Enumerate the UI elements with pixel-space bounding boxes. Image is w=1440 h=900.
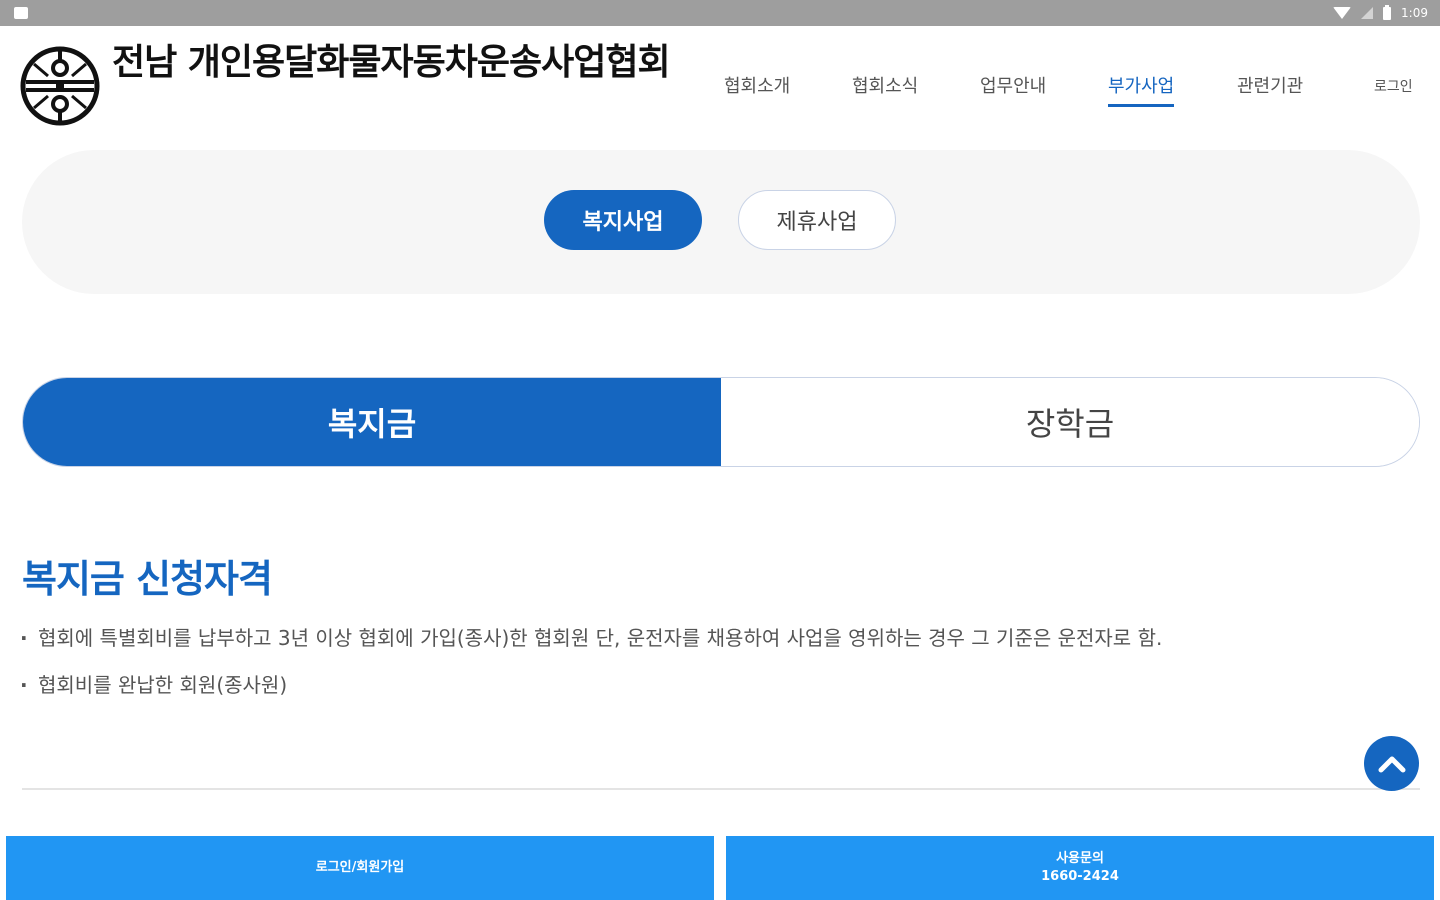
- nav-item-related[interactable]: 관련기관: [1237, 72, 1303, 104]
- signal-icon: [1361, 7, 1374, 19]
- contact-button[interactable]: 사용문의 1660-2424: [726, 836, 1434, 900]
- list-item: 협회비를 완납한 회원(종사원): [20, 673, 1420, 697]
- tab-welfare-business[interactable]: 복지사업: [544, 190, 702, 250]
- contact-phone: 1660-2424: [1041, 869, 1119, 884]
- nav-item-extra-business[interactable]: 부가사업: [1108, 72, 1175, 107]
- nav-item-services[interactable]: 업무안내: [980, 72, 1046, 104]
- main-nav: 협회소개 협회소식 업무안내 부가사업 관련기관 로그인: [0, 72, 1440, 112]
- chevron-up-icon: [1378, 756, 1405, 772]
- nav-item-about[interactable]: 협회소개: [724, 72, 790, 104]
- status-time: 1:09: [1401, 6, 1428, 20]
- tab-welfare-fund[interactable]: 복지금: [23, 378, 721, 466]
- site-header: 전남 개인용달화물자동차운송사업협회 협회소개 협회소식 업무안내 부가사업 관…: [0, 26, 1440, 144]
- login-signup-button[interactable]: 로그인/회원가입: [6, 836, 714, 900]
- wifi-icon: [1333, 7, 1352, 19]
- tab-scholarship[interactable]: 장학금: [721, 378, 1419, 466]
- segment-tabs: 복지금 장학금: [22, 377, 1420, 467]
- battery-icon: [1383, 4, 1392, 20]
- nav-item-news[interactable]: 협회소식: [852, 72, 918, 104]
- eligibility-list: 협회에 특별회비를 납부하고 3년 이상 협회에 가입(종사)한 협회원 단, …: [20, 626, 1420, 720]
- tab-partnership-business[interactable]: 제휴사업: [738, 190, 896, 250]
- sub-tab-container: 복지사업 제휴사업: [22, 150, 1420, 294]
- login-signup-label: 로그인/회원가입: [315, 860, 405, 875]
- notification-icon: [14, 7, 28, 19]
- status-bar: 1:09: [0, 0, 1440, 26]
- scroll-top-button[interactable]: [1364, 736, 1419, 791]
- login-link[interactable]: 로그인: [1374, 76, 1413, 102]
- contact-label: 사용문의: [1056, 851, 1104, 866]
- list-item: 협회에 특별회비를 납부하고 3년 이상 협회에 가입(종사)한 협회원 단, …: [20, 626, 1420, 650]
- status-icons: 1:09: [1333, 4, 1428, 20]
- divider: [22, 788, 1420, 790]
- section-title: 복지금 신청자격: [22, 557, 273, 601]
